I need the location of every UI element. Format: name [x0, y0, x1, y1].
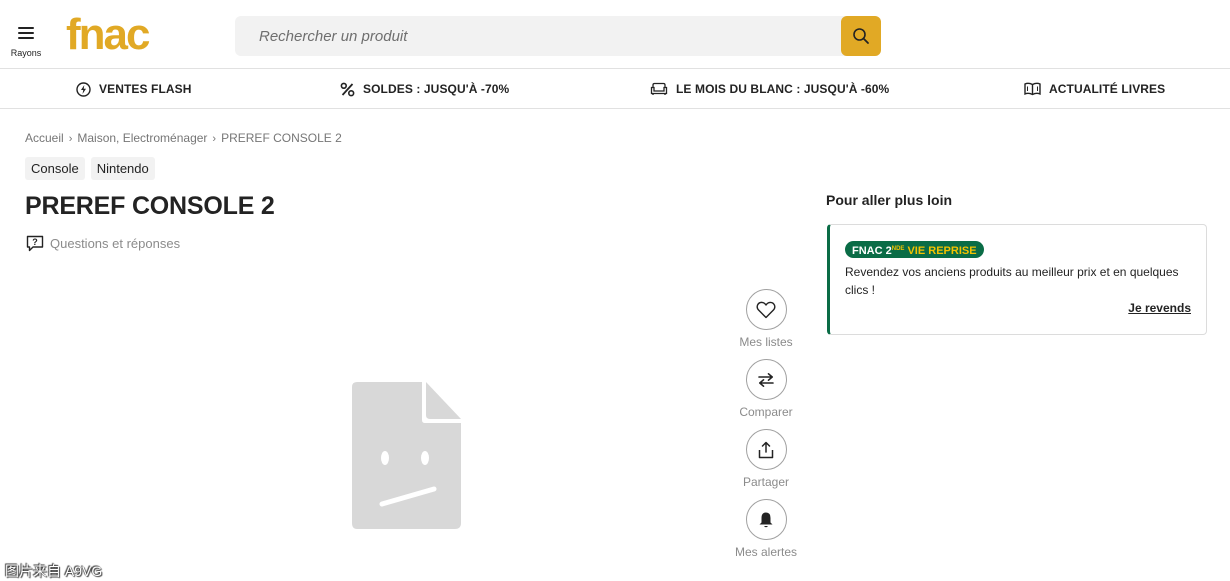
badge-brand: FNAC 2 [852, 245, 892, 257]
tag-console[interactable]: Console [25, 157, 85, 180]
site-header: Rayons fnac [0, 0, 1230, 69]
watermark: 图片来自 A9VG [5, 563, 103, 579]
bell-icon [759, 512, 773, 527]
search-input[interactable] [235, 16, 841, 56]
missing-image-icon [352, 382, 461, 529]
questions-link[interactable]: ? Questions et réponses [26, 235, 180, 252]
heart-icon [756, 301, 776, 318]
svg-text:fnac: fnac [66, 17, 150, 57]
action-label: Comparer [739, 405, 793, 419]
promo-label: VENTES FLASH [99, 82, 192, 96]
reprise-badge: FNAC 2NDE VIE REPRISE [845, 241, 984, 258]
aside-title: Pour aller plus loin [826, 192, 953, 208]
sofa-icon [650, 82, 668, 96]
breadcrumb-separator: › [68, 133, 73, 145]
search-bar [235, 16, 881, 56]
promo-actualite-livres[interactable]: ACTUALITÉ LIVRES [1024, 69, 1165, 109]
breadcrumb-home[interactable]: Accueil [25, 131, 64, 145]
trade-in-card: FNAC 2NDE VIE REPRISE Revendez vos ancie… [827, 224, 1207, 335]
questions-label: Questions et réponses [50, 236, 181, 251]
breadcrumb-category[interactable]: Maison, Electroménager [77, 131, 207, 145]
share-icon [758, 441, 774, 458]
action-label: Partager [742, 475, 790, 489]
promo-ventes-flash[interactable]: VENTES FLASH [76, 69, 192, 109]
percent-icon [340, 82, 355, 97]
action-label: Mes alertes [734, 545, 798, 559]
promo-nav: VENTES FLASH SOLDES : JUSQU'À -70% LE MO… [0, 69, 1230, 109]
action-circle [745, 499, 787, 540]
action-label: Mes listes [739, 335, 793, 349]
add-to-list-button[interactable]: Mes listes [726, 289, 806, 349]
promo-label: SOLDES : JUSQU'À -70% [363, 82, 510, 96]
menu-button[interactable]: Rayons [8, 24, 44, 64]
resell-link[interactable]: Je revends [1128, 301, 1191, 315]
breadcrumb-current: PREREF CONSOLE 2 [221, 131, 342, 145]
action-circle [745, 289, 787, 330]
question-bubble-icon: ? [26, 235, 44, 252]
page-title: PREREF CONSOLE 2 [25, 192, 275, 220]
action-circle [745, 429, 787, 470]
search-button[interactable] [841, 16, 881, 56]
flash-icon [76, 81, 91, 97]
compare-icon [758, 372, 774, 387]
hamburger-icon [18, 27, 34, 40]
badge-label: VIE REPRISE [907, 245, 977, 257]
breadcrumb-separator: › [212, 133, 217, 145]
promo-mois-du-blanc[interactable]: LE MOIS DU BLANC : JUSQU'À -60% [650, 69, 889, 109]
product-tags: Console Nintendo [25, 157, 161, 180]
action-circle [745, 359, 787, 400]
promo-label: ACTUALITÉ LIVRES [1049, 82, 1166, 96]
svg-text:?: ? [32, 237, 38, 247]
alerts-button[interactable]: Mes alertes [726, 499, 806, 559]
tag-nintendo[interactable]: Nintendo [90, 157, 155, 180]
compare-button[interactable]: Comparer [726, 359, 806, 419]
search-icon [853, 28, 869, 44]
promo-soldes[interactable]: SOLDES : JUSQU'À -70% [340, 69, 509, 109]
promo-label: LE MOIS DU BLANC : JUSQU'À -60% [676, 82, 890, 96]
menu-label: Rayons [10, 48, 42, 58]
fnac-logo[interactable]: fnac [66, 17, 182, 57]
breadcrumb: Accueil › Maison, Electroménager › PREREF CO… [25, 131, 342, 145]
book-icon [1024, 82, 1041, 96]
badge-superscript: NDE [891, 246, 905, 252]
trade-in-text: Revendez vos anciens produits au meilleu… [845, 265, 1179, 297]
product-image-placeholder [352, 382, 461, 529]
share-button[interactable]: Partager [726, 429, 806, 489]
